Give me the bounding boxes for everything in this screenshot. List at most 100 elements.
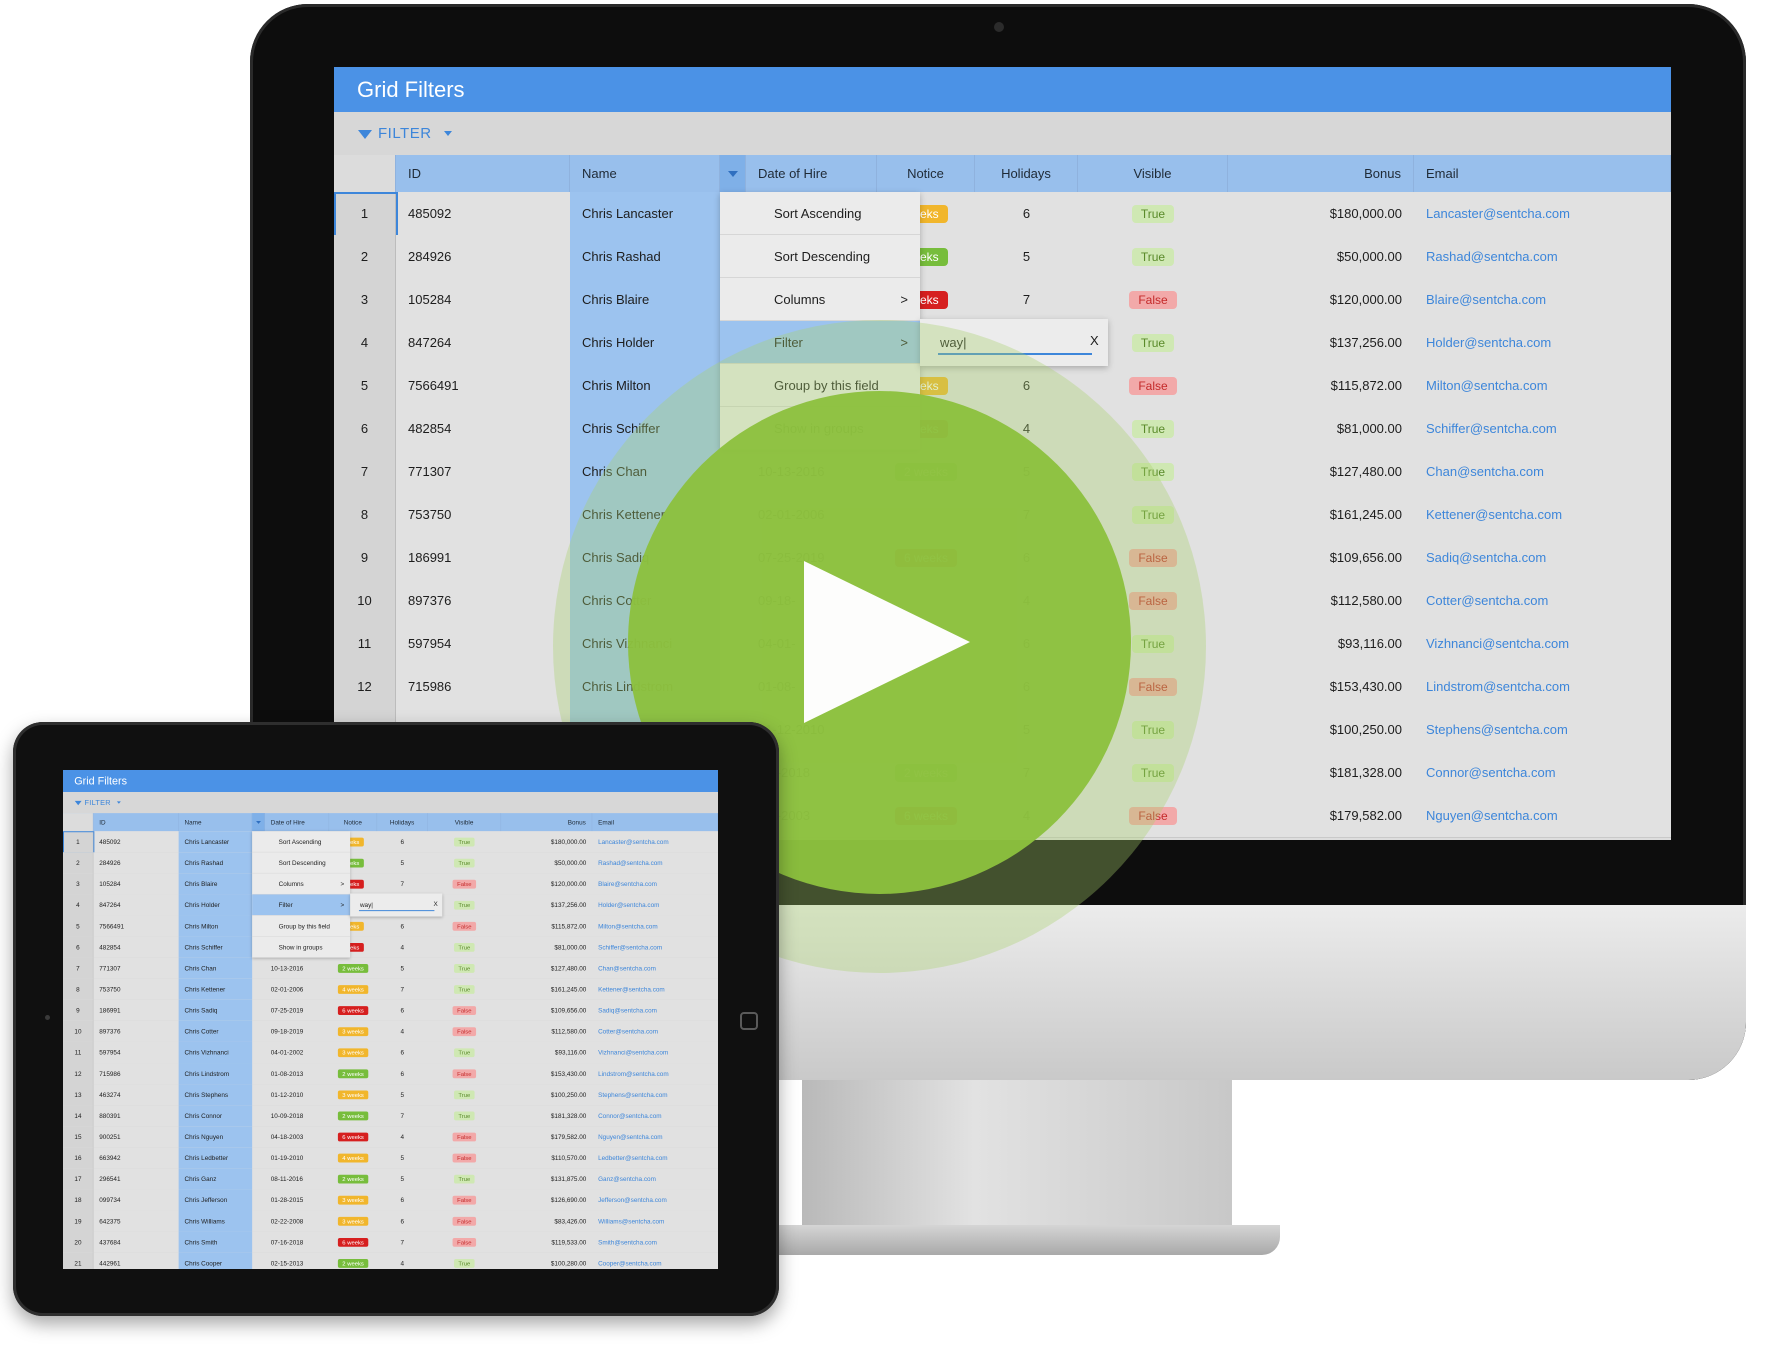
- table-row[interactable]: 2 284926 Chris Rashad eeks 5 True $50,000.00 Ra…: [63, 852, 718, 874]
- column-header-bonus[interactable]: Bonus: [501, 813, 593, 832]
- cell-n: 5: [63, 915, 94, 937]
- column-header-email[interactable]: Email: [1414, 155, 1671, 192]
- email-link[interactable]: Lancaster@sentcha.com: [598, 838, 669, 845]
- cell-name: Chris Ganz: [178, 1168, 253, 1190]
- table-row[interactable]: 6482854Chris Schiffereeks4True$81,000.00…: [63, 936, 718, 959]
- filter-button[interactable]: FILTER: [358, 112, 452, 155]
- email-link[interactable]: Connor@sentcha.com: [1426, 765, 1556, 780]
- email-link[interactable]: Schiffer@sentcha.com: [1426, 421, 1557, 436]
- table-row[interactable]: 3 105284 Chris Blaire eeks 7 False $120,000.00…: [334, 278, 1671, 322]
- email-link[interactable]: Rashad@sentcha.com: [598, 859, 663, 866]
- visible-badge: False: [452, 1195, 476, 1205]
- email-link[interactable]: Blaire@sentcha.com: [1426, 292, 1546, 307]
- table-row[interactable]: 16 663942 Chris Ledbetter 01-19-2010 4 weeks…: [63, 1147, 718, 1169]
- close-icon[interactable]: X: [433, 900, 437, 907]
- table-row[interactable]: 1 485092 Chris Lancaster eeks 6 True $180,000.…: [63, 831, 718, 854]
- menu-item-label: Group by this field: [278, 922, 330, 930]
- email-link[interactable]: Nguyen@sentcha.com: [598, 1133, 663, 1140]
- column-header-email[interactable]: Email: [592, 813, 718, 832]
- email-link[interactable]: Milton@sentcha.com: [1426, 378, 1548, 393]
- email-link[interactable]: Nguyen@sentcha.com: [1426, 808, 1558, 823]
- email-link[interactable]: Williams@sentcha.com: [598, 1217, 664, 1224]
- email-link[interactable]: Schiffer@sentcha.com: [598, 943, 662, 950]
- table-row[interactable]: 14 880391 Chris Connor 10-09-2018 2 weeks 7 Tr…: [63, 1105, 718, 1127]
- column-header-visible[interactable]: Visible: [428, 813, 502, 832]
- email-link[interactable]: Sadiq@sentcha.com: [598, 1007, 657, 1014]
- column-header-visible[interactable]: Visible: [1078, 155, 1228, 192]
- home-button-icon[interactable]: [740, 1012, 758, 1030]
- menu-item-sort-descending[interactable]: Sort Descending: [720, 235, 920, 278]
- column-header-date-of-hire[interactable]: Date of Hire: [265, 813, 330, 832]
- email-link[interactable]: Stephens@sentcha.com: [1426, 722, 1568, 737]
- email-link[interactable]: Vizhnanci@sentcha.com: [1426, 636, 1569, 651]
- email-link[interactable]: Cotter@sentcha.com: [1426, 593, 1548, 608]
- menu-item-show-in-groups[interactable]: Show in groups: [252, 937, 351, 958]
- table-row[interactable]: 9 186991 Chris Sadiq 07-25-2019 6 weeks 6 Fals…: [63, 999, 718, 1022]
- column-header-date-of-hire[interactable]: Date of Hire: [746, 155, 877, 192]
- menu-item-sort-descending[interactable]: Sort Descending: [252, 852, 351, 874]
- filter-input[interactable]: [358, 899, 435, 912]
- column-header-id[interactable]: ID: [396, 155, 570, 192]
- column-header-notice[interactable]: Notice: [877, 155, 975, 192]
- column-header-holidays[interactable]: Holidays: [975, 155, 1078, 192]
- column-header-notice[interactable]: Notice: [329, 813, 378, 832]
- column-menu-trigger[interactable]: [252, 813, 265, 832]
- menu-item-sort-ascending[interactable]: Sort Ascending: [252, 831, 351, 853]
- email-link[interactable]: Lancaster@sentcha.com: [1426, 206, 1570, 221]
- email-link[interactable]: Blaire@sentcha.com: [598, 880, 657, 887]
- table-row[interactable]: 5 7566491 Chris Milton eeks 6 False $115,872.0…: [63, 915, 718, 938]
- email-link[interactable]: Stephens@sentcha.com: [598, 1091, 668, 1098]
- cell-n: 4: [63, 894, 94, 916]
- email-link[interactable]: Connor@sentcha.com: [598, 1112, 661, 1119]
- table-row[interactable]: 8 753750 Chris Kettener 02-01-2006 4 weeks 7 T…: [63, 978, 718, 1001]
- email-link[interactable]: Lindstrom@sentcha.com: [1426, 679, 1570, 694]
- cell-id: 715986: [408, 679, 452, 694]
- cell-id: 771307: [408, 464, 452, 479]
- cell-holidays: 7: [400, 1238, 405, 1246]
- table-row[interactable]: 11 597954 Chris Vizhnanci 04-01-2002 3 weeks…: [63, 1041, 718, 1064]
- table-row[interactable]: 7 771307 Chris Chan 10-13-2016 2 weeks 5 True $…: [63, 957, 718, 980]
- table-row[interactable]: 12 715986 Chris Lindstrom 01-08-2013 2 weeks…: [63, 1063, 718, 1085]
- email-link[interactable]: Kettener@sentcha.com: [598, 986, 665, 993]
- column-header-holidays[interactable]: Holidays: [377, 813, 428, 832]
- table-row[interactable]: 20 437684 Chris Smith 07-16-2018 6 weeks 7 Fal…: [63, 1231, 718, 1254]
- close-icon[interactable]: X: [1090, 333, 1099, 348]
- table-row[interactable]: 2 284926 Chris Rashad eeks 5 True $50,000.00 Ra…: [334, 235, 1671, 279]
- table-row[interactable]: 15 900251 Chris Nguyen 04-18-2003 6 weeks 4 Fa…: [63, 1126, 718, 1148]
- email-link[interactable]: Sadiq@sentcha.com: [1426, 550, 1546, 565]
- menu-item-group-by-this-field[interactable]: Group by this field: [252, 916, 351, 937]
- column-header-name[interactable]: Name: [179, 813, 253, 832]
- table-row[interactable]: 21 442961 Chris Cooper 02-15-2013 2 weeks 4 Tr…: [63, 1252, 718, 1269]
- column-header-name[interactable]: Name: [570, 155, 720, 192]
- table-row[interactable]: 10 897376 Chris Cotter 09-18-2019 3 weeks 4 Fa…: [63, 1020, 718, 1043]
- menu-item-sort-ascending[interactable]: Sort Ascending: [720, 192, 920, 235]
- email-link[interactable]: Chan@sentcha.com: [1426, 464, 1544, 479]
- email-link[interactable]: Smith@sentcha.com: [598, 1238, 657, 1245]
- table-row[interactable]: 3 105284 Chris Blaire eeks 7 False $120,000.00…: [63, 873, 718, 895]
- email-link[interactable]: Holder@sentcha.com: [598, 901, 659, 908]
- email-link[interactable]: Rashad@sentcha.com: [1426, 249, 1558, 264]
- table-row[interactable]: 18 099734 Chris Jefferson 01-28-2015 3 weeks…: [63, 1189, 718, 1211]
- email-link[interactable]: Milton@sentcha.com: [598, 922, 658, 929]
- email-link[interactable]: Lindstrom@sentcha.com: [598, 1070, 669, 1077]
- column-header-bonus[interactable]: Bonus: [1228, 155, 1414, 192]
- email-link[interactable]: Ledbetter@sentcha.com: [598, 1154, 668, 1161]
- menu-item-filter[interactable]: Filter >: [252, 894, 351, 916]
- column-menu-trigger[interactable]: [720, 155, 746, 192]
- column-header-id[interactable]: ID: [93, 813, 179, 832]
- table-row[interactable]: 13 463274 Chris Stephens 01-12-2010 3 weeks 5…: [63, 1084, 718, 1106]
- email-link[interactable]: Cooper@sentcha.com: [598, 1260, 661, 1267]
- menu-item-columns[interactable]: Columns >: [252, 873, 351, 895]
- email-link[interactable]: Chan@sentcha.com: [598, 965, 656, 972]
- table-row[interactable]: 17 296541 Chris Ganz 08-11-2016 2 weeks 5 True…: [63, 1168, 718, 1190]
- email-link[interactable]: Kettener@sentcha.com: [1426, 507, 1562, 522]
- email-link[interactable]: Cotter@sentcha.com: [598, 1028, 658, 1035]
- email-link[interactable]: Ganz@sentcha.com: [598, 1175, 656, 1182]
- email-link[interactable]: Vizhnanci@sentcha.com: [598, 1049, 668, 1056]
- menu-item-columns[interactable]: Columns >: [720, 278, 920, 321]
- email-link[interactable]: Jefferson@sentcha.com: [598, 1196, 667, 1203]
- table-row[interactable]: 1 485092 Chris Lancaster eeks 6 True $180,000.…: [334, 192, 1671, 237]
- email-link[interactable]: Holder@sentcha.com: [1426, 335, 1551, 350]
- table-row[interactable]: 19 642375 Chris Williams 02-22-2008 3 weeks 6…: [63, 1210, 718, 1233]
- filter-button[interactable]: FILTER: [74, 792, 121, 813]
